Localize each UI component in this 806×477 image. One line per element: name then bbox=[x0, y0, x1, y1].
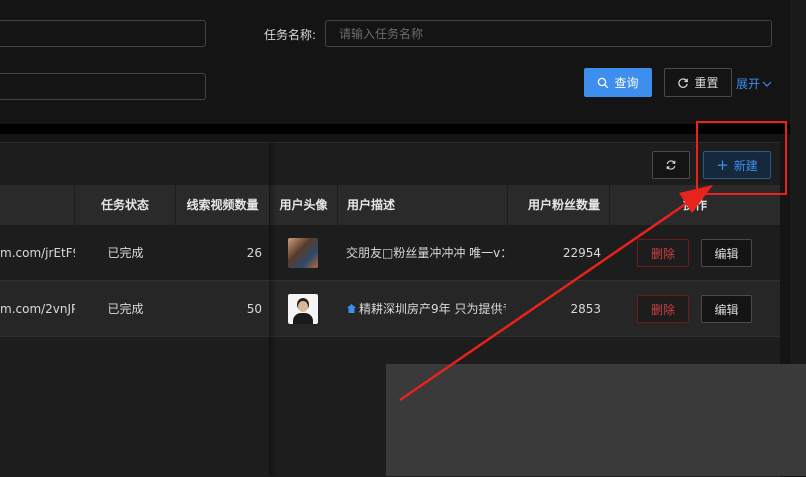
annotation-arrowhead bbox=[679, 185, 713, 213]
highlight-box bbox=[696, 121, 787, 195]
annotation-layer bbox=[399, 121, 787, 402]
annotation-arrow-line bbox=[399, 199, 691, 402]
